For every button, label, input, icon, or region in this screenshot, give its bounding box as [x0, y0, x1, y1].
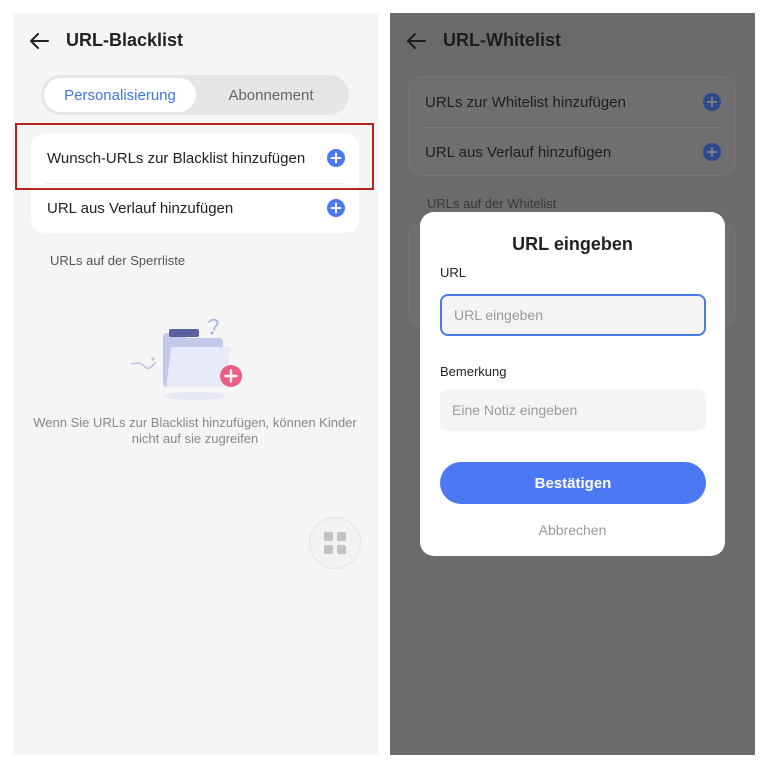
url-label: URL [440, 265, 467, 280]
back-arrow-icon [30, 33, 49, 49]
segmented-control: Personalisierung Abonnement [41, 75, 349, 115]
add-url-card: URLs zur Whitelist hinzufügen URL aus Ve… [408, 76, 736, 176]
section-label: URLs auf der Sperrliste [50, 253, 186, 268]
back-button[interactable] [404, 27, 428, 55]
back-button[interactable] [27, 27, 51, 55]
row-label: Wunsch-URLs zur Blacklist hinzufügen [47, 149, 306, 167]
plus-circle-icon [327, 199, 345, 217]
add-to-whitelist-row[interactable]: URLs zur Whitelist hinzufügen [409, 77, 735, 127]
note-label: Bemerkung [440, 364, 507, 379]
grid-icon [324, 532, 346, 554]
note-input[interactable] [440, 389, 706, 431]
back-arrow-icon [407, 33, 426, 49]
plus-circle-icon [703, 143, 721, 161]
stage: URL-Blacklist Personalisierung Abonnemen… [0, 0, 768, 768]
add-url-card: Wunsch-URLs zur Blacklist hinzufügen URL… [31, 133, 359, 233]
empty-state-text: Wenn Sie URLs zur Blacklist hinzufügen, … [33, 415, 357, 446]
url-input-dialog: URL eingeben URL Bemerkung Bestätigen Ab… [420, 212, 725, 556]
page-title: URL-Whitelist [443, 30, 561, 50]
add-wish-urls-row[interactable]: Wunsch-URLs zur Blacklist hinzufügen [31, 133, 359, 183]
row-label: URLs zur Whitelist hinzufügen [425, 93, 626, 111]
tab-abonnement[interactable]: Abonnement [196, 78, 346, 112]
url-input[interactable] [440, 294, 706, 336]
plus-circle-icon [327, 149, 345, 167]
dialog-title: URL eingeben [512, 234, 633, 254]
add-from-history-row[interactable]: URL aus Verlauf hinzufügen [31, 183, 359, 233]
floating-menu-button[interactable] [309, 517, 361, 569]
empty-folder-icon [131, 318, 242, 400]
row-label: URL aus Verlauf hinzufügen [425, 143, 612, 161]
confirm-button[interactable]: Bestätigen [440, 462, 706, 504]
plus-circle-icon [703, 93, 721, 111]
section-label: URLs auf der Whitelist [427, 196, 557, 211]
page-title: URL-Blacklist [66, 30, 184, 50]
tab-personalisierung[interactable]: Personalisierung [44, 78, 196, 112]
cancel-button[interactable]: Abbrechen [420, 522, 725, 538]
add-from-history-row[interactable]: URL aus Verlauf hinzufügen [409, 127, 735, 177]
row-label: URL aus Verlauf hinzufügen [47, 199, 234, 217]
blacklist-screen: URL-Blacklist Personalisierung Abonnemen… [13, 13, 378, 755]
